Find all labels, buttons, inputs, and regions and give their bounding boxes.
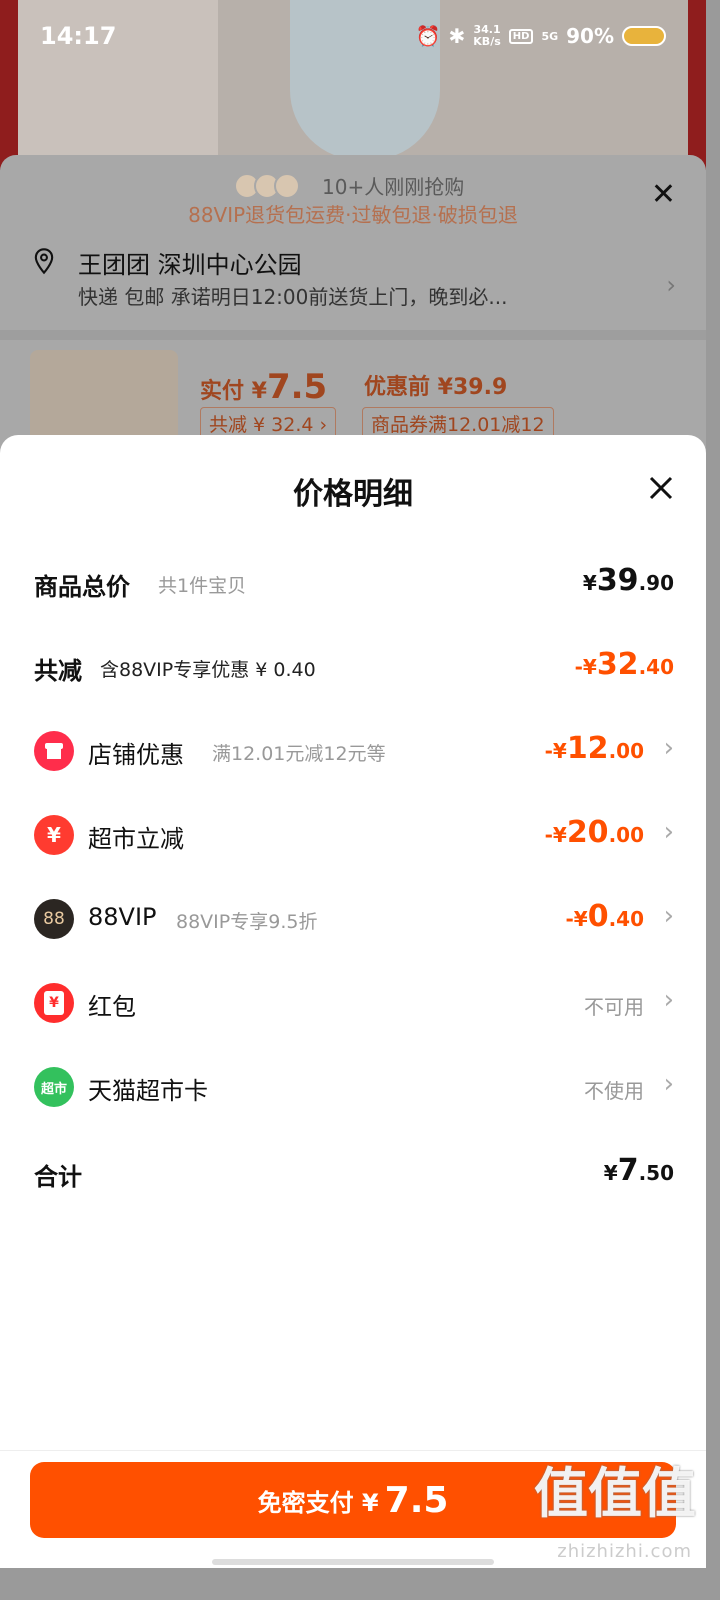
tmall-market-card-icon: 超市	[34, 1067, 74, 1107]
row-label: 红包	[88, 993, 136, 1021]
network-speed: 34.1 KB/s	[473, 23, 501, 48]
row-store-discount[interactable]: 店铺优惠 满12.01元减12元等 -¥12.00 ›	[34, 731, 674, 771]
recent-buyers: 10+人刚刚抢购	[234, 171, 464, 200]
alarm-icon: ⏰	[415, 24, 441, 48]
row-label: 天猫超市卡	[88, 1077, 208, 1105]
hd-icon: HD	[508, 28, 534, 44]
yen-circle-icon: ¥	[34, 815, 74, 855]
price-before-discount: 优惠前 ¥39.9	[364, 375, 508, 400]
battery-percent: 90%	[566, 24, 614, 48]
row-label: 88VIP	[88, 903, 157, 931]
buyer-avatars	[234, 172, 312, 199]
row-hint: 含88VIP专享优惠 ¥ 0.40	[100, 659, 316, 681]
row-status: 不使用	[584, 1079, 644, 1103]
sheet-title: 价格明细	[293, 477, 413, 512]
home-indicator	[212, 1559, 494, 1565]
row-amount: -¥20.00	[544, 815, 644, 850]
delivery-promise: 快递 包邮 承诺明日12:00前送货上门，晚到必...	[78, 285, 508, 309]
store-icon	[34, 731, 74, 771]
row-label: 商品总价	[34, 573, 130, 601]
row-tmall-market-card[interactable]: 超市 天猫超市卡 不使用 ›	[34, 1067, 674, 1107]
watermark-logo: 值值值	[534, 1462, 696, 1525]
row-label: 合计	[34, 1163, 82, 1191]
price-detail-sheet: 价格明细 商品总价 共1件宝贝 ¥39.90 共减 含88VIP专享优惠 ¥ 0…	[0, 435, 706, 1568]
location-pin-icon	[34, 248, 54, 275]
row-hint: 88VIP专享9.5折	[176, 911, 318, 933]
row-amount: -¥0.40	[565, 899, 644, 934]
close-icon[interactable]	[648, 475, 674, 501]
row-label: 共减	[34, 657, 82, 685]
row-hint: 共1件宝贝	[158, 575, 247, 597]
row-red-packet[interactable]: ¥ 红包 不可用 ›	[34, 983, 674, 1023]
row-supermarket-reduce[interactable]: ¥ 超市立减 -¥20.00 ›	[34, 815, 674, 855]
row-label: 店铺优惠	[88, 741, 184, 769]
chevron-right-icon: ›	[663, 985, 674, 1015]
address-name: 王团团 深圳中心公园	[78, 251, 302, 279]
chevron-right-icon: ›	[663, 901, 674, 931]
row-hint: 满12.01元减12元等	[212, 743, 386, 765]
status-time: 14:17	[40, 22, 117, 50]
signal-icon: 5G	[541, 29, 559, 43]
row-88vip[interactable]: 88 88VIP 88VIP专享9.5折 -¥0.40 ›	[34, 899, 674, 939]
row-status: 不可用	[584, 995, 644, 1019]
row-amount: -¥12.00	[544, 731, 644, 766]
order-confirm-sheet: 10+人刚刚抢购 88VIP退货包运费·过敏包退·破损包退 ✕ 王团团 深圳中心…	[0, 155, 706, 455]
actual-pay: 实付 ¥7.5	[200, 367, 328, 407]
row-amount: ¥7.50	[603, 1153, 674, 1188]
status-bar: 14:17 ⏰ ✱ 34.1 KB/s HD 5G 90%	[0, 0, 706, 76]
close-icon[interactable]: ✕	[651, 177, 676, 212]
chevron-right-icon: ›	[666, 271, 676, 299]
bluetooth-icon: ✱	[448, 24, 466, 48]
chevron-right-icon: ›	[663, 1069, 674, 1099]
chevron-right-icon: ›	[663, 817, 674, 847]
row-total-reduce: 共减 含88VIP专享优惠 ¥ 0.40 -¥32.40	[34, 647, 674, 687]
red-packet-icon: ¥	[34, 983, 74, 1023]
battery-icon	[622, 26, 666, 46]
row-amount: ¥39.90	[582, 563, 674, 598]
vip-guarantee-text: 88VIP退货包运费·过敏包退·破损包退	[188, 203, 518, 227]
row-amount: -¥32.40	[574, 647, 674, 682]
watermark-site: zhizhizhi.com	[557, 1541, 692, 1562]
row-label: 超市立减	[88, 825, 184, 853]
row-goods-total: 商品总价 共1件宝贝 ¥39.90	[34, 563, 674, 603]
row-sum: 合计 ¥7.50	[34, 1153, 674, 1193]
vip88-icon: 88	[34, 899, 74, 939]
chevron-right-icon: ›	[663, 733, 674, 763]
